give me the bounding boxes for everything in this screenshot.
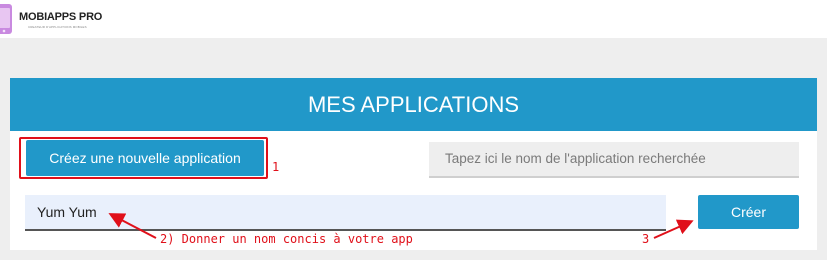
annotation-step-2: 2) Donner un nom concis à votre app — [160, 232, 413, 246]
app-name-value: Yum Yum — [37, 204, 97, 220]
top-header: MOBIAPPS PRO CREATEUR D'APPLICATIONS MOB… — [0, 0, 827, 38]
create-new-app-button[interactable]: Créez une nouvelle application — [26, 140, 264, 176]
phone-app-logo-icon[interactable] — [0, 4, 12, 34]
app-name-input[interactable]: Yum Yum — [25, 195, 666, 231]
page-title: MES APPLICATIONS — [307, 92, 520, 117]
brand-tagline: CREATEUR D'APPLICATIONS MOBILES — [28, 25, 87, 29]
annotation-step-3: 3 — [642, 232, 650, 246]
search-placeholder: Tapez ici le nom de l'application recher… — [445, 151, 706, 166]
app-search-input[interactable]: Tapez ici le nom de l'application recher… — [429, 142, 799, 178]
page-banner: MES APPLICATIONS — [10, 78, 817, 131]
brand-name: MOBIAPPS PRO — [19, 11, 103, 23]
create-button[interactable]: Créer — [698, 195, 799, 229]
applications-panel: MES APPLICATIONS Créez une nouvelle appl… — [10, 78, 817, 250]
annotation-step-1: 1 — [272, 160, 280, 174]
